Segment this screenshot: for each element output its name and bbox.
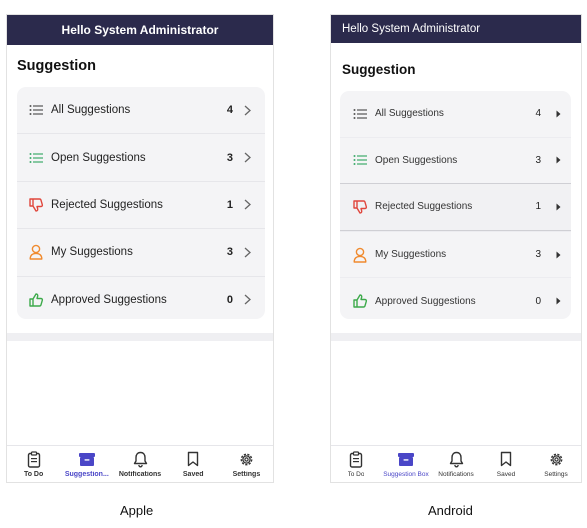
- chevron-right-icon: [241, 105, 253, 116]
- tab-label: Saved: [496, 471, 516, 478]
- gear-icon: [238, 450, 255, 468]
- row-label: All Suggestions: [51, 104, 131, 117]
- list-icon: [351, 105, 369, 123]
- caret-right-icon: [553, 297, 563, 305]
- list-icon: [351, 151, 369, 169]
- tab-settings[interactable]: Settings: [220, 446, 273, 482]
- row-count: 4: [535, 108, 541, 120]
- chevron-right-icon: [241, 294, 253, 305]
- suggestion-box-icon: [397, 450, 415, 468]
- row-rejected-suggestions[interactable]: Rejected Suggestions 1: [340, 183, 571, 231]
- row-rejected-suggestions[interactable]: Rejected Suggestions 1: [17, 180, 265, 228]
- row-label: All Suggestions: [375, 108, 444, 120]
- row-count: 3: [226, 151, 233, 164]
- list-icon: [27, 149, 45, 167]
- suggestion-list: All Suggestions 4 Open Suggestions 3 Rej…: [340, 91, 571, 319]
- tab-label: Suggestion Box: [383, 471, 429, 478]
- tab-label: To Do: [23, 471, 44, 478]
- divider-band: [7, 333, 273, 341]
- caret-right-icon: [553, 251, 563, 259]
- thumbs-down-icon: [27, 196, 45, 214]
- tab-label: Settings: [544, 471, 568, 478]
- tab-label: Notifications: [438, 471, 474, 478]
- row-open-suggestions[interactable]: Open Suggestions 3: [340, 136, 571, 184]
- row-count: 1: [535, 201, 541, 213]
- row-label: Approved Suggestions: [375, 295, 476, 307]
- thumbs-up-icon: [27, 291, 45, 309]
- row-all-suggestions[interactable]: All Suggestions 4: [17, 87, 265, 133]
- tab-label: Settings: [232, 471, 261, 478]
- tab-label: Suggestion...: [64, 471, 109, 478]
- row-my-suggestions[interactable]: My Suggestions 3: [17, 228, 265, 275]
- bookmark-icon: [187, 450, 199, 468]
- row-count: 3: [535, 154, 541, 166]
- row-label: Approved Suggestions: [51, 293, 167, 306]
- tab-settings[interactable]: Settings: [531, 446, 581, 482]
- tab-notifications[interactable]: Notifications: [113, 446, 166, 482]
- tab-bar: To Do Suggestion Box Notifications Saved…: [331, 445, 581, 482]
- thumbs-up-icon: [351, 292, 369, 310]
- bell-icon: [449, 450, 464, 468]
- section-title: Suggestion: [17, 58, 96, 74]
- row-open-suggestions[interactable]: Open Suggestions 3: [17, 133, 265, 180]
- tab-suggestion-box[interactable]: Suggestion...: [60, 446, 113, 482]
- tab-saved[interactable]: Saved: [481, 446, 531, 482]
- row-approved-suggestions[interactable]: Approved Suggestions 0: [340, 277, 571, 324]
- row-count: 0: [226, 293, 233, 306]
- suggestion-box-icon: [78, 450, 96, 468]
- tab-label: Saved: [182, 471, 204, 478]
- tab-notifications[interactable]: Notifications: [431, 446, 481, 482]
- chevron-right-icon: [241, 247, 253, 258]
- divider-band: [331, 333, 581, 341]
- row-my-suggestions[interactable]: My Suggestions 3: [340, 230, 571, 278]
- person-icon: [27, 243, 45, 261]
- android-screen: Hello System Administrator Suggestion Al…: [330, 14, 582, 483]
- tab-label: Notifications: [118, 471, 162, 478]
- caret-right-icon: [553, 110, 563, 118]
- tab-saved[interactable]: Saved: [167, 446, 220, 482]
- bell-icon: [133, 450, 148, 468]
- chevron-right-icon: [241, 152, 253, 163]
- row-count: 3: [535, 249, 541, 261]
- apple-screen: Hello System Administrator Suggestion Al…: [6, 14, 274, 483]
- suggestion-list: All Suggestions 4 Open Suggestions 3 Rej…: [17, 87, 265, 319]
- bookmark-icon: [500, 450, 512, 468]
- app-header: Hello System Administrator: [331, 15, 581, 43]
- row-count: 0: [535, 295, 541, 307]
- tab-to-do[interactable]: To Do: [331, 446, 381, 482]
- clipboard-icon: [27, 450, 41, 468]
- thumbs-down-icon: [351, 198, 369, 216]
- header-title: Hello System Administrator: [61, 23, 219, 37]
- tab-bar: To Do Suggestion... Notifications Saved …: [7, 445, 273, 482]
- row-label: Rejected Suggestions: [375, 201, 473, 213]
- row-label: Rejected Suggestions: [51, 198, 163, 211]
- row-label: My Suggestions: [51, 246, 133, 259]
- chevron-right-icon: [241, 199, 253, 210]
- row-label: My Suggestions: [375, 249, 447, 261]
- tab-to-do[interactable]: To Do: [7, 446, 60, 482]
- list-icon: [27, 101, 45, 119]
- row-label: Open Suggestions: [375, 154, 458, 166]
- gear-icon: [548, 450, 565, 468]
- tab-suggestion-box[interactable]: Suggestion Box: [381, 446, 431, 482]
- clipboard-icon: [349, 450, 363, 468]
- person-icon: [351, 246, 369, 264]
- row-approved-suggestions[interactable]: Approved Suggestions 0: [17, 275, 265, 323]
- caret-right-icon: [553, 156, 563, 164]
- caption-android: Android: [428, 503, 473, 518]
- section-title: Suggestion: [342, 62, 416, 77]
- caret-right-icon: [553, 203, 563, 211]
- tab-label: To Do: [347, 471, 365, 478]
- app-header: Hello System Administrator: [7, 15, 273, 45]
- row-all-suggestions[interactable]: All Suggestions 4: [340, 91, 571, 137]
- header-title: Hello System Administrator: [342, 23, 481, 35]
- row-count: 4: [226, 104, 233, 117]
- row-count: 3: [226, 246, 233, 259]
- caption-apple: Apple: [120, 503, 154, 518]
- row-label: Open Suggestions: [51, 151, 146, 164]
- row-count: 1: [226, 198, 233, 211]
